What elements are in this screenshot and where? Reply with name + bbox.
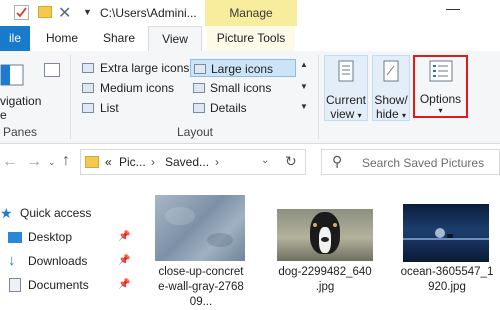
close-x-icon[interactable]: ✕ [58,3,71,23]
nav-item-desktop[interactable]: Desktop 📌 [0,226,140,248]
show-hide-dropdown-icon: ▾ [402,111,407,120]
layout-more-icon[interactable]: ▼ [300,102,308,111]
thumbnail-concrete-wall[interactable] [155,195,245,261]
list-icon [82,103,94,113]
address-bar[interactable]: « Pic... › Saved... › ⌄ ↻ [80,149,306,175]
preview-pane-icon[interactable] [44,63,60,77]
tab-view[interactable]: View [148,26,202,53]
navigation-pane-sub: e [0,108,7,122]
medium-icons-icon [82,83,94,93]
show-hide-icon [383,60,399,82]
file-caption-concrete[interactable]: close-up-concret e-wall-gray-2768 09... [146,265,256,310]
pin-icon[interactable]: 📌 [118,232,130,242]
current-view-dropdown-icon: ▾ [357,111,362,120]
search-box[interactable]: ⚲ Search Saved Pictures [321,149,500,175]
small-icons-icon [193,83,205,93]
download-arrow-icon: ↓ [8,252,16,269]
nav-item-quick-access[interactable]: ★ Quick access [0,202,140,224]
layout-scroll-down-icon[interactable]: ▼ [300,82,308,91]
layout-extra-large-icons[interactable]: Extra large icons [80,59,189,77]
current-view-icon [338,60,354,82]
large-icons-icon [194,64,206,74]
window-title: C:\Users\Admini... [100,6,197,20]
up-arrow-icon[interactable]: ↑ [62,152,70,170]
current-view-button[interactable]: Current view ▾ [324,55,368,121]
search-input[interactable]: Search Saved Pictures [362,156,484,170]
back-arrow-icon[interactable]: ← [2,153,18,171]
quick-access-dropdown-icon[interactable]: ▼ [83,7,92,17]
navigation-pane-icon[interactable] [0,63,24,87]
search-icon: ⚲ [332,153,343,169]
layout-list[interactable]: List [80,99,186,117]
folder-icon[interactable] [38,6,52,18]
refresh-icon[interactable]: ↻ [285,153,297,170]
layout-large-icons[interactable]: Large icons [190,59,296,77]
forward-arrow-icon[interactable]: → [26,153,42,171]
thumbnail-dog[interactable] [277,209,373,261]
group-label-layout: Layout [176,125,214,139]
breadcrumb-separator[interactable]: › [215,155,219,169]
file-caption-ocean[interactable]: ocean-3605547_1 920.jpg [392,265,500,295]
address-dropdown-icon[interactable]: ⌄ [261,155,269,166]
breadcrumb-saved-pictures[interactable]: Saved... [165,155,209,169]
show-hide-button[interactable]: Show/ hide ▾ [372,55,410,121]
pin-icon[interactable]: 📌 [118,256,130,266]
layout-details[interactable]: Details [190,99,296,117]
tab-picture-tools[interactable]: Picture Tools [207,26,295,51]
address-folder-icon [85,156,99,168]
layout-scroll-up-icon[interactable]: ▲ [300,60,308,69]
tab-manage[interactable]: Manage [205,0,297,26]
desktop-icon [8,232,22,243]
layout-medium-icons[interactable]: Medium icons [80,79,186,97]
pin-icon[interactable]: 📌 [118,280,130,290]
details-icon [193,103,205,113]
properties-checkmark-icon[interactable] [14,5,29,20]
navigation-pane-label[interactable]: vigation [0,94,41,108]
options-highlight-box [413,55,468,118]
layout-small-icons[interactable]: Small icons [190,79,296,97]
nav-item-documents[interactable]: Documents 📌 [0,274,140,296]
tab-home[interactable]: Home [44,26,80,51]
extra-large-icons-icon [82,63,94,73]
breadcrumb-overflow[interactable]: « [105,155,112,169]
tab-share[interactable]: Share [100,26,138,51]
documents-icon [9,278,21,292]
star-icon: ★ [0,205,13,221]
nav-item-downloads[interactable]: ↓ Downloads 📌 [0,250,140,272]
file-caption-dog[interactable]: dog-2299482_640 .jpg [270,265,380,295]
tab-file[interactable]: ile [0,26,30,51]
thumbnail-ocean[interactable] [403,204,489,262]
breadcrumb-pictures[interactable]: Pic... [119,155,146,169]
recent-dropdown-icon[interactable]: ⌄ [48,157,56,168]
breadcrumb-separator[interactable]: › [151,155,155,169]
minimize-icon[interactable] [446,9,460,10]
group-label-panes: Panes [2,125,38,139]
ribbon-tabs: ile Home Share View Picture Tools [0,26,500,53]
